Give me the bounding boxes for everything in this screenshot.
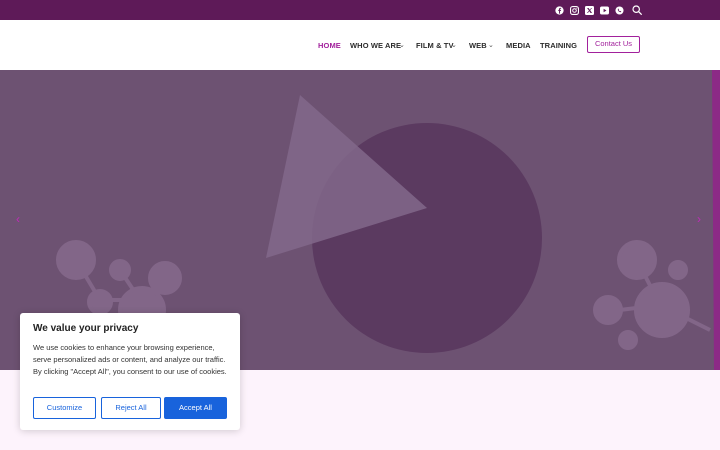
chevron-down-icon: ⌄	[451, 42, 457, 49]
nav-media[interactable]: MEDIA	[506, 41, 531, 50]
slider-next-arrow[interactable]: ›	[697, 212, 701, 226]
instagram-icon[interactable]	[569, 5, 579, 15]
chevron-down-icon: ⌄	[399, 42, 405, 49]
contact-us-button[interactable]: Contact Us	[587, 36, 640, 53]
nav-film-tv[interactable]: FILM & TV	[416, 41, 454, 50]
slider-prev-arrow[interactable]: ‹	[16, 212, 20, 226]
cookie-consent-banner: We value your privacy We use cookies to …	[20, 313, 240, 430]
youtube-icon[interactable]	[599, 5, 609, 15]
customize-button[interactable]: Customize	[33, 397, 96, 419]
cookie-title: We value your privacy	[33, 323, 139, 334]
search-icon[interactable]	[631, 4, 642, 15]
chevron-down-icon: ⌄	[488, 42, 494, 49]
nav-home[interactable]: HOME	[318, 41, 341, 50]
reject-all-button[interactable]: Reject All	[101, 397, 161, 419]
facebook-icon[interactable]	[554, 5, 564, 15]
top-bar	[0, 0, 720, 20]
whatsapp-icon[interactable]	[614, 5, 624, 15]
nav-training[interactable]: TRAINING	[540, 41, 577, 50]
nav-who-we-are[interactable]: WHO WE ARE	[350, 41, 401, 50]
nav-web[interactable]: WEB	[469, 41, 487, 50]
cookie-description: We use cookies to enhance your browsing …	[33, 343, 227, 376]
accept-all-button[interactable]: Accept All	[164, 397, 227, 419]
x-twitter-icon[interactable]	[584, 5, 594, 15]
